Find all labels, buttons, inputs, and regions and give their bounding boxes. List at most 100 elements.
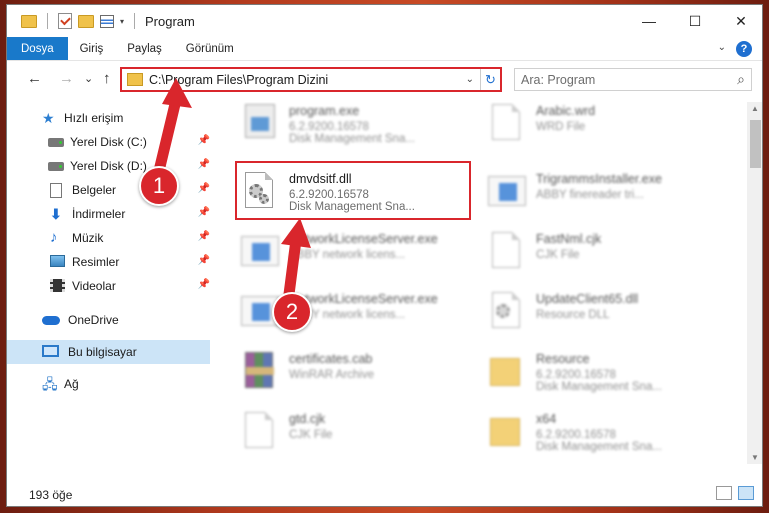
list-item[interactable]: x64 6.2.9200.16578 Disk Management Sna...	[484, 410, 724, 462]
quick-access-toolbar: ▾	[7, 13, 139, 29]
step-badge-1: 1	[139, 166, 179, 206]
sidebar-item-label: Videolar	[72, 279, 116, 293]
file-description: Disk Management Sna...	[536, 441, 662, 453]
file-icon	[492, 232, 520, 268]
file-name: x64	[536, 412, 557, 426]
sidebar-item-this-pc[interactable]: Bu bilgisayar	[7, 340, 210, 364]
maximize-button[interactable]: ☐	[672, 5, 718, 37]
sidebar-item-label: Bu bilgisayar	[68, 345, 137, 359]
folder-icon	[490, 418, 520, 446]
tiles-view-icon[interactable]	[738, 486, 754, 500]
sidebar-item-label: Yerel Disk (C:)	[70, 135, 147, 149]
file-type: WRD File	[536, 121, 586, 133]
chevron-down-icon[interactable]: ⌄	[466, 74, 474, 85]
window-controls: — ☐ ✕	[626, 5, 762, 37]
sidebar-item-local-disk-d[interactable]: Yerel Disk (D:) 📌	[7, 154, 210, 178]
forward-button[interactable]: →	[59, 70, 74, 87]
file-icon	[245, 412, 273, 448]
properties-check-icon[interactable]	[58, 13, 72, 29]
tab-file[interactable]: Dosya	[7, 37, 68, 60]
list-item[interactable]: Arabic.wrd WRD File	[484, 102, 724, 154]
file-name: Arabic.wrd	[536, 104, 596, 118]
file-name: program.exe	[289, 104, 360, 118]
tab-share[interactable]: Paylaş	[115, 37, 174, 60]
folder-icon[interactable]	[21, 14, 37, 28]
navigation-pane: ★ Hızlı erişim Yerel Disk (C:) 📌 Yerel D…	[7, 102, 217, 462]
list-item[interactable]: certificates.cab WinRAR Archive	[237, 350, 477, 402]
sidebar-item-downloads[interactable]: ⬇ İndirmeler 📌	[7, 202, 210, 226]
help-icon[interactable]: ?	[736, 41, 752, 57]
folder-icon	[490, 358, 520, 386]
sidebar-item-videos[interactable]: Videolar 📌	[7, 274, 210, 298]
pin-icon: 📌	[197, 135, 210, 146]
item-count: 193 öğe	[29, 488, 73, 502]
list-item[interactable]: program.exe 6.2.9200.16578 Disk Management…	[237, 102, 477, 154]
sidebar-item-documents[interactable]: Belgeler 📌	[7, 178, 210, 202]
list-item[interactable]: gtd.cjk CJK File	[237, 410, 477, 462]
sidebar-item-music[interactable]: ♪ Müzik 📌	[7, 226, 210, 250]
search-placeholder: Ara: Program	[521, 72, 596, 87]
computer-icon	[42, 345, 59, 357]
scroll-thumb[interactable]	[750, 120, 761, 168]
close-button[interactable]: ✕	[718, 5, 762, 37]
app-icon	[241, 236, 279, 266]
list-item[interactable]: FastNml.cjk CJK File	[484, 230, 724, 282]
file-name: TrigrammsInstaller.exe	[536, 172, 662, 186]
file-name: gtd.cjk	[289, 412, 326, 426]
document-icon	[50, 183, 62, 198]
list-item[interactable]: Resource 6.2.9200.16578 Disk Management Sn…	[484, 350, 724, 402]
file-description: Disk Management Sna...	[289, 133, 415, 145]
sidebar-item-label: Hızlı erişim	[64, 111, 124, 125]
pin-icon: 📌	[197, 255, 210, 266]
step-badge-2: 2	[272, 292, 312, 332]
navigation-bar: ← → ⌄ ↑ C:\Program Files\Program Dizini …	[7, 64, 762, 94]
file-type: CJK File	[536, 249, 580, 261]
pictures-icon	[50, 255, 65, 267]
disk-icon	[48, 162, 64, 171]
sidebar-item-quick-access[interactable]: ★ Hızlı erişim	[7, 106, 210, 130]
sidebar-item-label: Ağ	[64, 377, 79, 391]
list-item[interactable]: TrigrammsInstaller.exe ABBY finereader tr…	[484, 170, 724, 222]
toolbar-divider	[47, 13, 48, 29]
disk-icon	[48, 138, 64, 147]
download-icon: ⬇	[50, 206, 62, 222]
details-view-icon[interactable]	[716, 486, 732, 500]
pin-icon: 📌	[197, 207, 210, 218]
ribbon-expand-icon[interactable]: ⌄	[718, 42, 726, 53]
address-path[interactable]: C:\Program Files\Program Dizini	[149, 73, 466, 87]
video-icon	[50, 279, 65, 292]
sidebar-item-local-disk-c[interactable]: Yerel Disk (C:) 📌	[7, 130, 210, 154]
sidebar-item-onedrive[interactable]: OneDrive	[7, 308, 210, 332]
file-version: 6.2.9200.16578	[289, 121, 369, 133]
chevron-down-icon[interactable]: ▾	[120, 17, 124, 26]
pin-icon: 📌	[197, 279, 210, 290]
vertical-scrollbar[interactable]: ▲ ▼	[747, 102, 762, 464]
app-icon	[488, 176, 526, 206]
scroll-up-icon[interactable]: ▲	[751, 104, 759, 113]
refresh-button[interactable]: ↻	[480, 69, 500, 90]
scroll-down-icon[interactable]: ▼	[751, 453, 759, 462]
search-input[interactable]: Ara: Program ⌕	[514, 68, 752, 91]
back-button[interactable]: ←	[27, 70, 42, 87]
new-folder-icon[interactable]	[78, 14, 94, 28]
tab-view[interactable]: Görünüm	[174, 37, 246, 60]
tab-home[interactable]: Giriş	[68, 37, 116, 60]
highlight-box-file	[235, 161, 471, 220]
file-version: 6.2.9200.16578	[536, 429, 616, 441]
search-icon[interactable]: ⌕	[737, 71, 745, 88]
address-bar[interactable]: C:\Program Files\Program Dizini ⌄ ↻	[120, 67, 502, 92]
up-button[interactable]: ↑	[103, 70, 111, 87]
customize-toolbar-icon[interactable]	[100, 14, 114, 28]
sidebar-item-pictures[interactable]: Resimler 📌	[7, 250, 210, 274]
list-item[interactable]: NetworkLicenseServer.exe ABBY network lic…	[237, 230, 477, 282]
sidebar-item-label: İndirmeler	[72, 207, 126, 221]
sidebar-item-label: Resimler	[72, 255, 120, 269]
music-icon: ♪	[50, 229, 58, 246]
recent-locations-button[interactable]: ⌄	[84, 72, 93, 85]
file-description: ABBY network licens...	[289, 249, 406, 261]
list-item[interactable]: UpdateClient65.dll Resource DLL	[484, 290, 724, 342]
sidebar-item-network[interactable]: 🖧 Ağ	[7, 372, 210, 396]
ribbon-tabs: Dosya Giriş Paylaş Görünüm ⌄ ?	[7, 37, 762, 61]
file-name: NetworkLicenseServer.exe	[289, 292, 438, 306]
minimize-button[interactable]: —	[626, 5, 672, 37]
